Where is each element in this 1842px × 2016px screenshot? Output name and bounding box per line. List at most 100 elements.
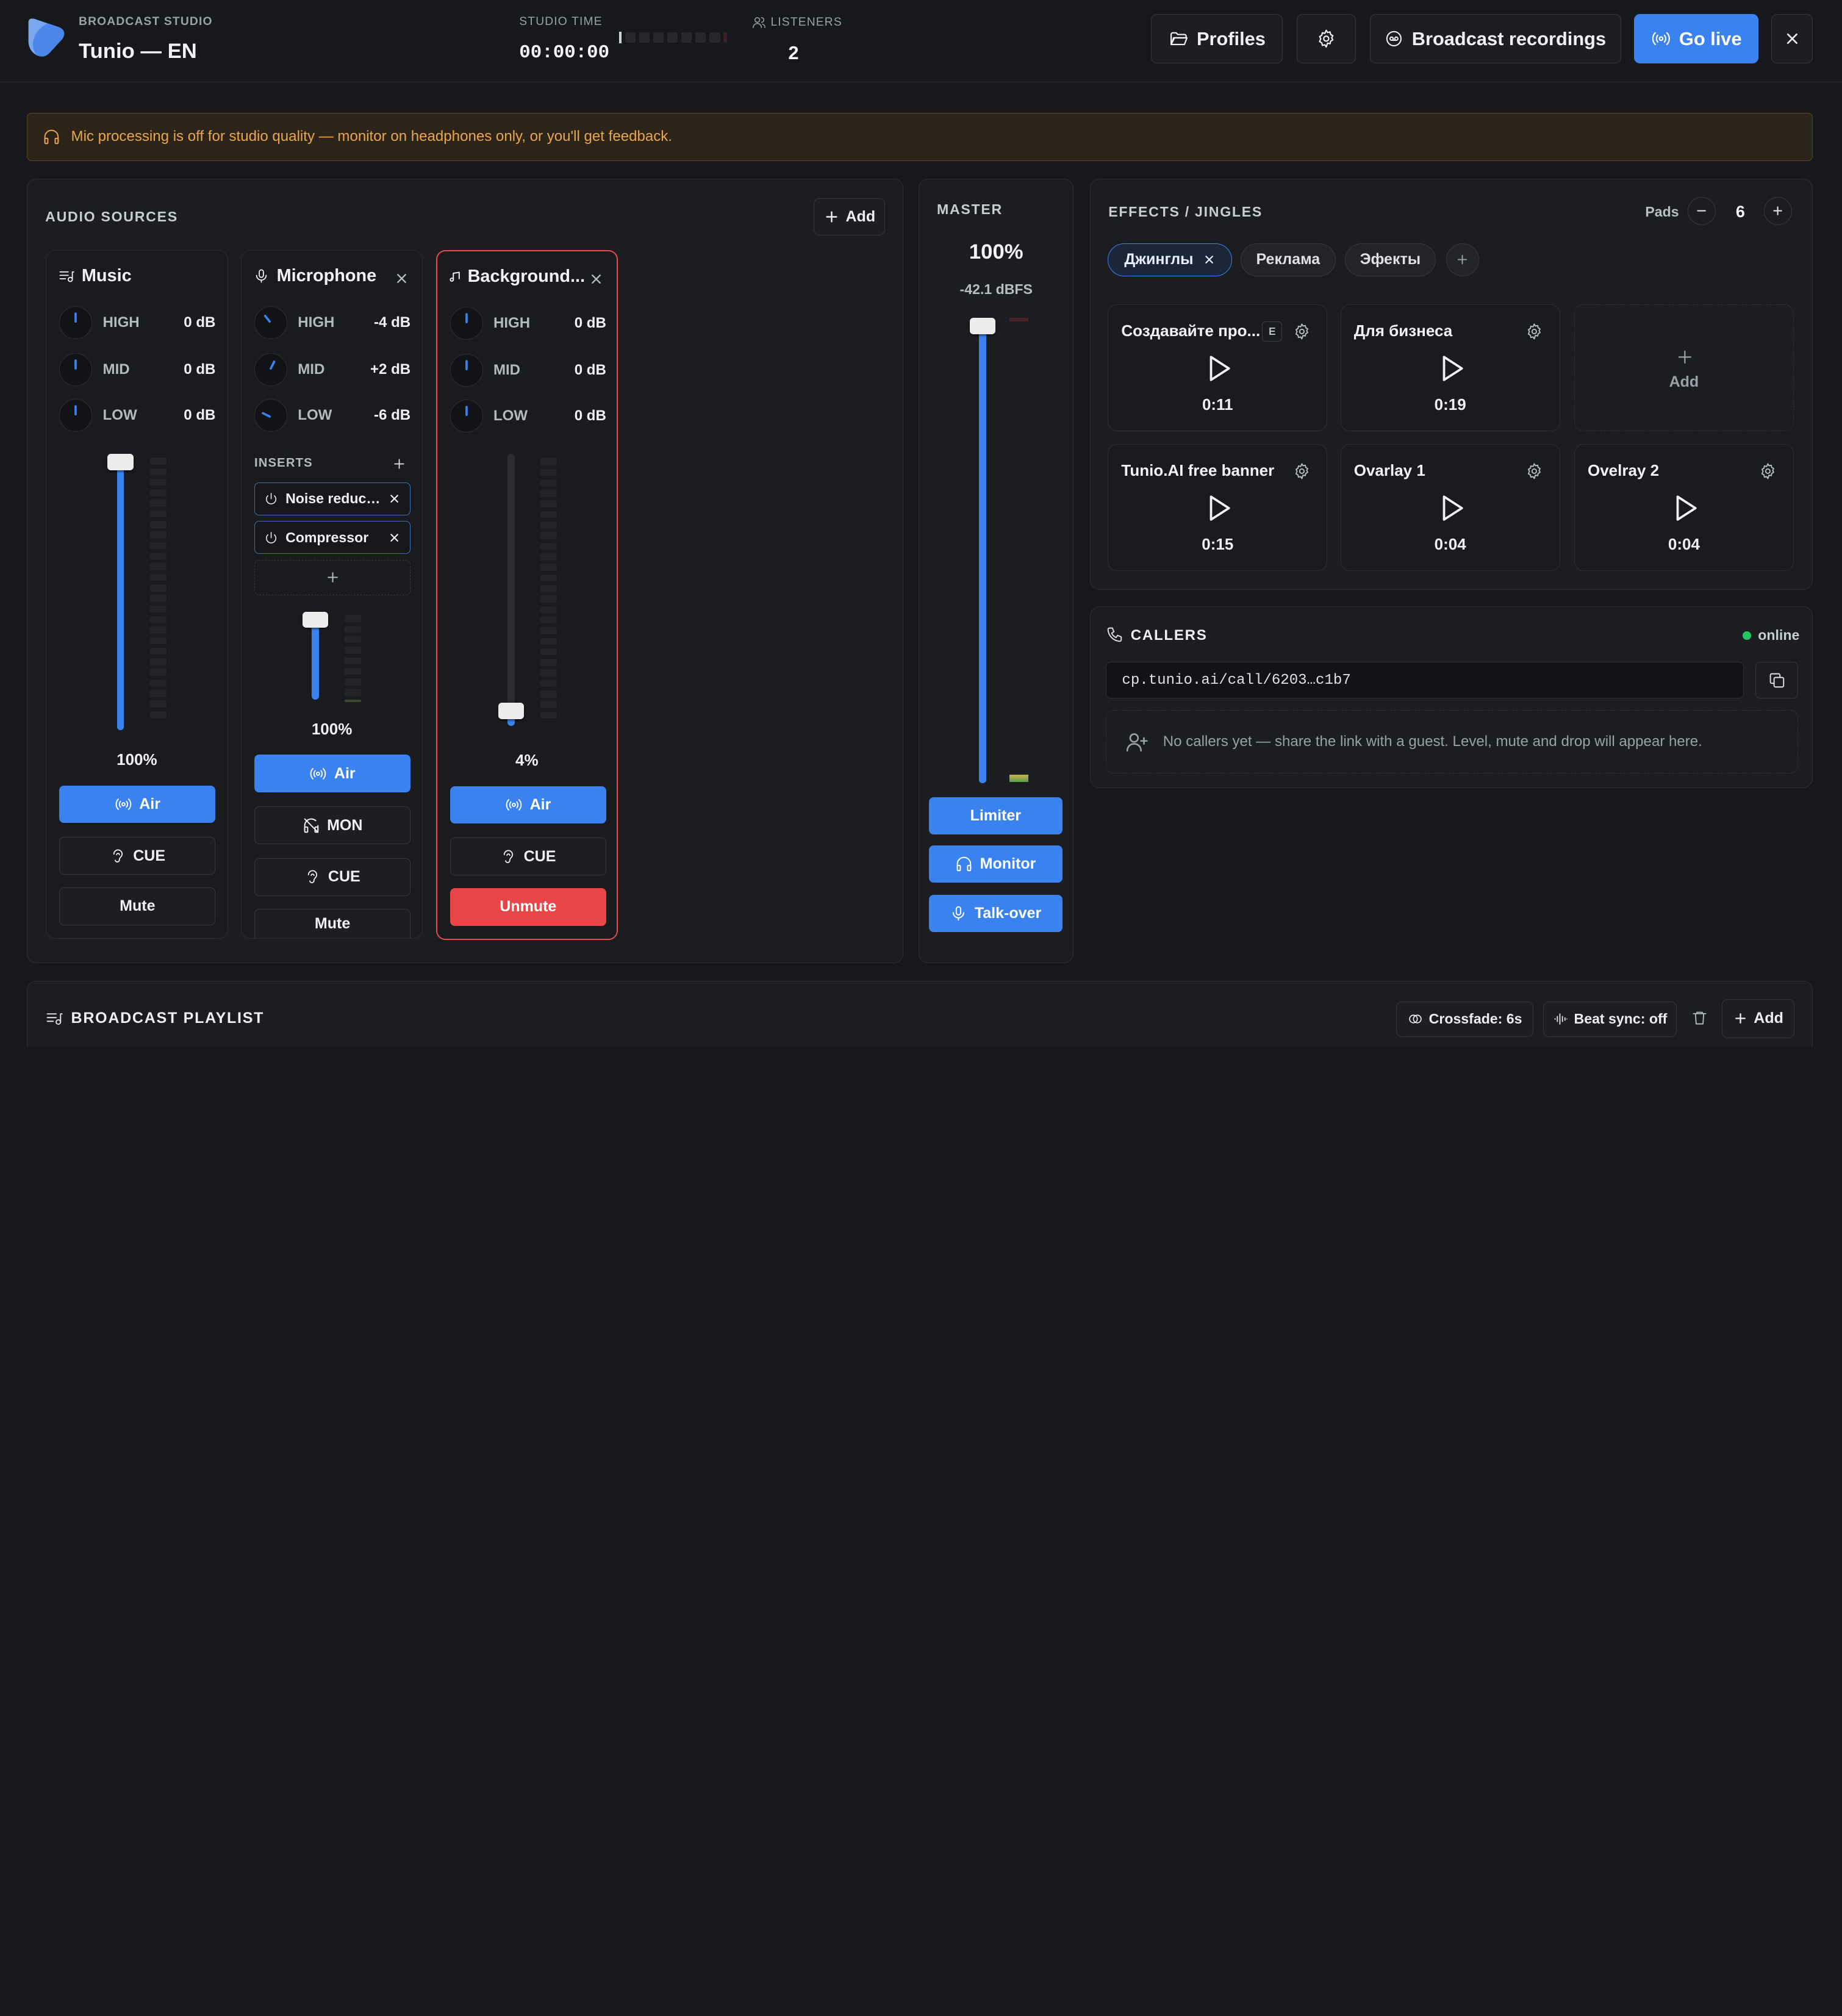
add-tab-button[interactable] xyxy=(1446,243,1479,276)
talk-over-button[interactable]: Talk-over xyxy=(928,894,1063,933)
copy-icon xyxy=(1769,673,1784,687)
power-icon[interactable] xyxy=(264,531,278,545)
play-icon[interactable] xyxy=(1436,493,1467,523)
insert-noise-reduction[interactable]: Noise reduction xyxy=(254,482,411,515)
close-icon[interactable] xyxy=(388,492,401,505)
eq-high-knob[interactable] xyxy=(59,306,93,339)
gear-icon[interactable] xyxy=(1293,462,1311,480)
monitor-button[interactable]: MON xyxy=(254,806,411,844)
limiter-button[interactable]: Limiter xyxy=(928,797,1063,835)
add-pad-button[interactable]: Add xyxy=(1574,304,1794,431)
play-icon[interactable] xyxy=(1203,353,1234,384)
add-playlist-item-button[interactable]: Add xyxy=(1721,999,1794,1038)
add-source-button[interactable]: Add xyxy=(813,198,886,236)
close-icon[interactable] xyxy=(1203,253,1216,266)
eq-mid: MID +2 dB xyxy=(254,353,410,386)
add-insert-icon[interactable] xyxy=(392,456,407,472)
play-icon[interactable] xyxy=(1436,353,1467,384)
master-fader-track[interactable] xyxy=(979,320,986,783)
beat-sync-button[interactable]: Beat sync: off xyxy=(1543,1001,1677,1037)
gear-icon[interactable] xyxy=(1293,323,1311,340)
pads-count: 6 xyxy=(1735,203,1745,221)
tab-effects[interactable]: Эфекты xyxy=(1345,243,1436,276)
close-studio-button[interactable] xyxy=(1771,14,1813,63)
jingle-pad[interactable]: Tunio.AI free banner 0:15 xyxy=(1108,444,1328,572)
brand-subtitle: BROADCAST STUDIO xyxy=(79,15,213,29)
close-icon[interactable] xyxy=(388,531,401,544)
remove-channel-icon[interactable] xyxy=(589,271,604,287)
call-link-field[interactable]: cp.tunio.ai/call/6203…c1b7 xyxy=(1106,662,1744,699)
play-icon[interactable] xyxy=(1670,493,1700,523)
minus-icon xyxy=(1697,210,1707,212)
eq-low-knob[interactable] xyxy=(59,398,93,432)
gear-icon[interactable] xyxy=(1525,462,1543,480)
pads-decrease-button[interactable] xyxy=(1687,196,1716,225)
volume-fader-track[interactable] xyxy=(116,457,124,731)
tab-jingles[interactable]: Джинглы xyxy=(1108,243,1233,276)
cue-button[interactable]: CUE xyxy=(59,837,216,875)
air-button[interactable]: Air xyxy=(254,755,411,793)
eq-high-knob[interactable] xyxy=(450,306,483,340)
online-status: online xyxy=(1758,626,1800,643)
remove-channel-icon[interactable] xyxy=(394,271,409,286)
eq-high-knob[interactable] xyxy=(254,306,287,339)
master-fader-thumb[interactable] xyxy=(969,318,996,334)
cue-button[interactable]: CUE xyxy=(450,838,606,875)
air-button[interactable]: Air xyxy=(450,786,606,824)
master-title: MASTER xyxy=(937,201,1003,218)
trash-icon[interactable] xyxy=(1691,1010,1708,1026)
plus-icon xyxy=(327,572,338,583)
audio-sources-title: AUDIO SOURCES xyxy=(45,208,178,224)
eq-mid-knob[interactable] xyxy=(450,353,483,387)
add-insert-slot[interactable] xyxy=(254,559,411,595)
mic-processing-warning: Mic processing is off for studio quality… xyxy=(27,112,1813,161)
mute-button[interactable]: Mute xyxy=(59,888,216,925)
jingle-pad[interactable]: Для бизнеса 0:19 xyxy=(1340,304,1560,431)
gear-icon[interactable] xyxy=(1525,323,1543,340)
eq-mid-knob[interactable] xyxy=(59,353,93,386)
jingle-pad[interactable]: Создавайте про... E 0:11 xyxy=(1108,304,1328,431)
mute-button[interactable]: Mute xyxy=(254,908,411,938)
level-meter xyxy=(149,457,167,719)
volume-fader-track[interactable] xyxy=(312,615,319,700)
insert-compressor[interactable]: Compressor xyxy=(254,521,411,554)
eq-mid-knob[interactable] xyxy=(254,353,287,386)
monitor-button[interactable]: Monitor xyxy=(928,845,1063,883)
power-icon[interactable] xyxy=(264,492,278,506)
volume-fader-thumb[interactable] xyxy=(498,702,525,719)
profiles-button[interactable]: Profiles xyxy=(1151,14,1283,63)
effects-title: EFFECTS / JINGLES xyxy=(1108,204,1263,220)
app-logo xyxy=(28,18,64,57)
volume-fader-thumb[interactable] xyxy=(107,454,134,471)
eq-low-knob[interactable] xyxy=(254,398,287,432)
crossfade-icon xyxy=(1409,1014,1422,1024)
jingle-pad[interactable]: Ovelray 2 0:04 xyxy=(1574,444,1794,572)
volume-fader-thumb[interactable] xyxy=(302,611,329,628)
tab-ads[interactable]: Реклама xyxy=(1240,243,1336,276)
go-live-button[interactable]: Go live xyxy=(1634,14,1759,63)
pads-increase-button[interactable] xyxy=(1763,196,1793,225)
gear-icon[interactable] xyxy=(1759,462,1777,480)
crossfade-button[interactable]: Crossfade: 6s xyxy=(1396,1001,1534,1037)
volume-fader-track[interactable] xyxy=(507,453,515,726)
online-status-dot xyxy=(1743,631,1751,640)
copy-link-button[interactable] xyxy=(1755,662,1798,699)
broadcast-icon xyxy=(115,798,131,810)
broadcast-recordings-button[interactable]: Broadcast recordings xyxy=(1369,14,1621,63)
eq-low-knob[interactable] xyxy=(450,399,483,432)
master-peak-indicator xyxy=(1009,318,1029,321)
eq-high: HIGH 0 dB xyxy=(59,306,215,339)
jingle-pad[interactable]: Ovarlay 1 0:04 xyxy=(1340,444,1560,572)
channel-strip-microphone: Microphone HIGH -4 dB MID +2 dB LOW -6 d… xyxy=(240,250,423,939)
unmute-button[interactable]: Unmute xyxy=(450,888,606,926)
settings-button[interactable] xyxy=(1297,14,1356,63)
eq-low: LOW -6 dB xyxy=(254,398,410,432)
callers-empty-state: No callers yet — share the link with a g… xyxy=(1106,710,1798,774)
folder-icon xyxy=(1170,32,1188,46)
cue-button[interactable]: CUE xyxy=(254,858,411,896)
volume-percent: 100% xyxy=(116,750,157,769)
plus-icon xyxy=(1773,206,1783,215)
play-icon[interactable] xyxy=(1203,493,1234,523)
air-button[interactable]: Air xyxy=(59,785,216,823)
plus-icon xyxy=(826,211,837,223)
